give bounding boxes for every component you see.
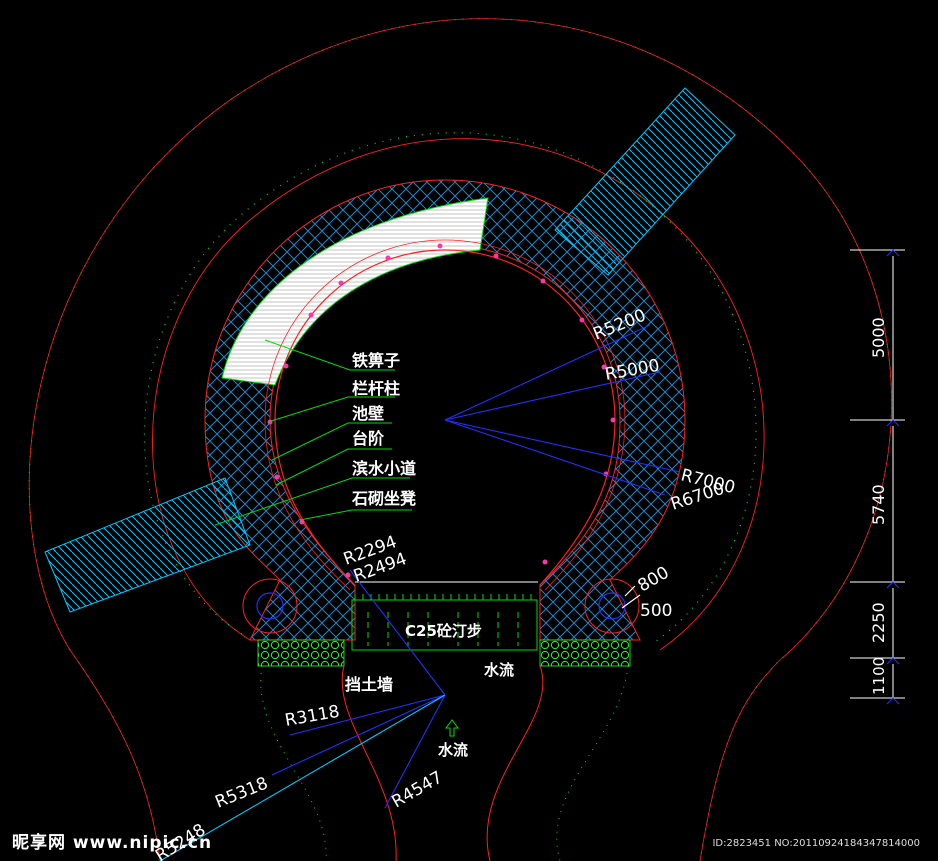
watermark-bar: 昵享网 www.nipic.cn ID:2823451 NO:201109241… (0, 831, 938, 861)
site-watermark: 昵享网 www.nipic.cn (12, 833, 213, 853)
callout-pool-wall: 池壁 (352, 404, 384, 423)
callout-retaining-wall: 挡土墙 (345, 675, 393, 694)
stair-lower-left (44, 477, 251, 613)
callout-water-flow-center: 水流 (438, 741, 468, 759)
callout-stone-seat: 石砌坐凳 (351, 489, 416, 508)
planting-right (539, 639, 631, 667)
callout-railing-post: 栏杆柱 (352, 379, 400, 398)
dim-5000: 5000 (869, 317, 888, 358)
callout-grate: 铁箅子 (352, 351, 400, 370)
callout-water-flow-right: 水流 (484, 661, 514, 679)
callout-waterfront-path: 滨水小道 (352, 459, 416, 478)
callout-step: 台阶 (352, 429, 385, 448)
dim-800: 800 (635, 563, 673, 597)
radius-r3118: R3118 (283, 702, 341, 731)
callout-stepping-stones: C25砼汀步 (405, 622, 482, 640)
dim-5740: 5740 (869, 484, 888, 525)
planting-left (257, 639, 345, 667)
image-id-text: ID:2823451 NO:20110924184347814000 (712, 838, 920, 849)
flow-arrow-icon (445, 719, 459, 737)
radius-r5318: R5318 (212, 773, 271, 812)
stair-upper-right (554, 87, 736, 276)
dim-2250: 2250 (869, 602, 888, 643)
outer-lawn-boundary (28, 18, 893, 861)
radius-r4547: R4547 (389, 767, 447, 812)
dim-500: 500 (640, 601, 672, 621)
landscape-plan-drawing: 铁箅子 栏杆柱 池壁 台阶 滨水小道 石砌坐凳 C25砼汀步 挡土墙 水流 水流… (28, 18, 905, 861)
dim-1100: 1100 (870, 657, 888, 695)
